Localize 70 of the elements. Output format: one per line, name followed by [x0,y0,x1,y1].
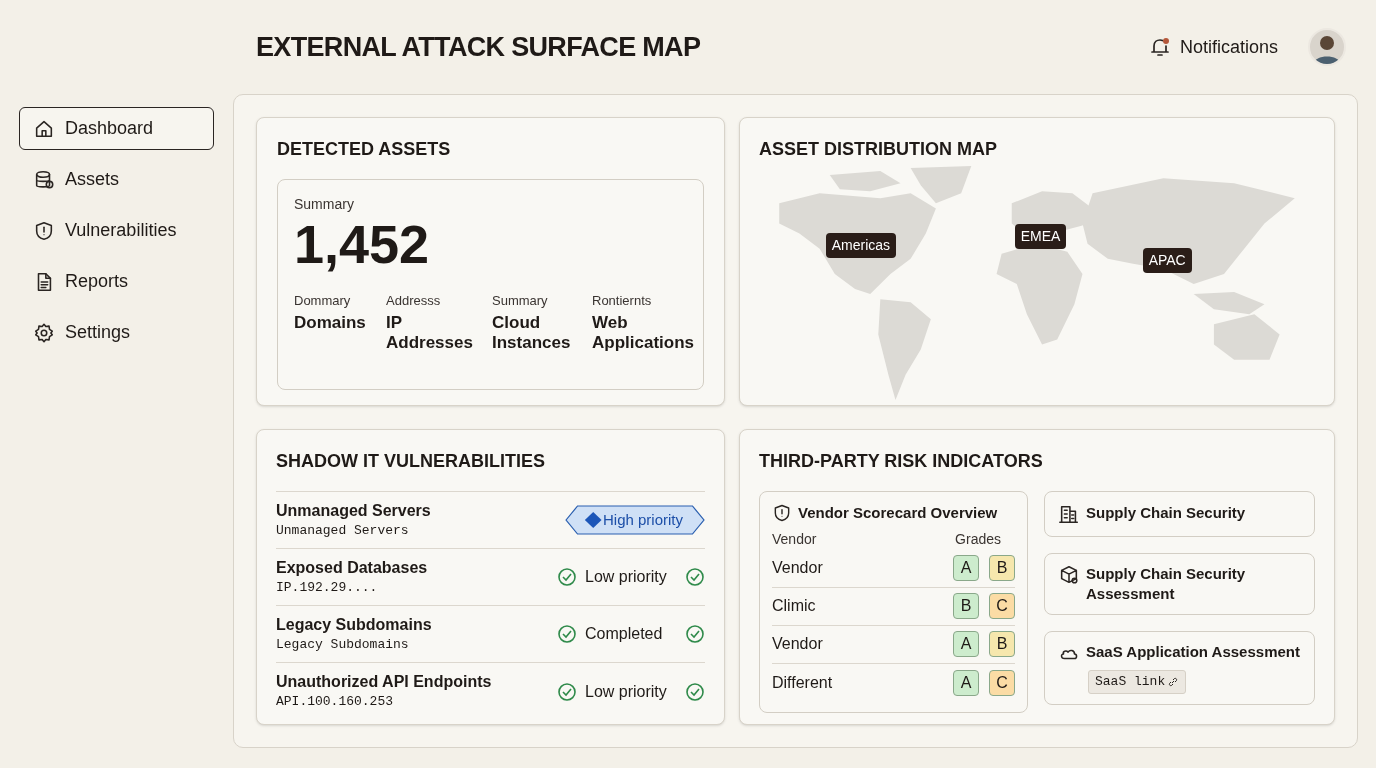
card-title: THIRD-PARTY RISK INDICATORS [759,450,1044,473]
check-circle-icon [557,681,577,702]
vulnerability-detail: Unmanaged Servers [276,521,410,540]
risk-card-title: Supply Chain Security [1086,503,1247,523]
category-caption: Addresss [386,292,442,310]
card-title: SHADOW IT VULNERABILITIES [276,450,546,473]
vulnerability-name: Legacy Subdomains [276,614,432,635]
grade-badge: B [989,631,1015,657]
column-header: Grades [955,529,1001,549]
vulnerability-detail: API.100.160.253 [276,693,395,712]
database-icon [33,168,55,191]
category-name: Domains [294,312,366,333]
card-title: DETECTED ASSETS [277,138,452,161]
vendor-name: Vendor [772,558,823,578]
category-name: Web Applications [592,312,694,353]
sidebar-item[interactable]: Reports [19,260,214,303]
scorecard-title: Vendor Scorecard Overview [798,503,998,523]
risk-card-title: Supply Chain Security Assessment [1086,564,1247,604]
grade-badge: A [953,669,979,696]
settings-icon [33,321,55,344]
box-icon [1058,564,1080,586]
region-label: Americas [825,233,897,259]
check-circle-icon [685,681,705,702]
grade-badge: B [989,555,1015,581]
category-caption: Summary [492,292,549,310]
total-count: 1,452 [294,215,431,273]
sidebar-item[interactable]: Assets [19,158,214,201]
vendor-name: Different [772,672,833,693]
vulnerability-detail: IP.192.29.... [276,578,379,597]
sidebar-item[interactable]: Settings [19,311,214,354]
risk-card[interactable]: Supply Chain Security Assessment [1044,553,1315,615]
grade-badge: C [989,669,1015,696]
shield-icon [772,503,792,524]
vendor-name: Vendor [772,634,823,654]
card-title: ASSET DISTRIBUTION MAP [759,138,998,161]
column-header: Vendor [772,529,817,549]
check-circle-icon [557,624,577,644]
vulnerability-name: Unmanaged Servers [276,500,431,521]
region-label: EMEA [1014,223,1067,249]
grade-badge: A [953,555,979,581]
building-icon [1058,503,1080,525]
saas-link[interactable]: SaaS link [1088,670,1187,694]
page-title: EXTERNAL ATTACK SURFACE MAP [256,30,701,64]
check-circle-icon [557,567,577,587]
category-name: IP Addresses [386,312,473,353]
grade-badge: C [989,593,1015,619]
risk-card[interactable]: SaaS Application Assessment SaaS link [1044,631,1315,705]
sidebar-item[interactable]: Dashboard [19,107,214,150]
check-circle-icon [685,567,705,587]
category-caption: Dommary [294,292,352,310]
grade-badge: A [953,631,979,657]
summary-label: Summary [294,195,355,214]
status-label: Low priority [585,567,668,587]
vulnerability-name: Exposed Databases [276,557,428,578]
status-label: Low priority [585,681,668,702]
check-circle-icon [685,624,705,644]
risk-card-title: SaaS Application Assessment [1086,642,1301,662]
status-label: Completed [585,624,664,644]
grade-badge: B [953,593,979,619]
shield-icon [33,219,55,242]
avatar[interactable] [1308,28,1346,66]
vulnerability-name: Unauthorized API Endpoints [276,672,492,693]
risk-card[interactable]: Supply Chain Security [1044,491,1315,537]
vulnerability-detail: Legacy Subdomains [276,635,410,654]
category-caption: Rontiernts [592,292,653,310]
link-icon [1167,675,1180,688]
vendor-name: Climic [772,596,816,616]
notifications-button[interactable]: Notifications [1147,33,1278,61]
sidebar-item[interactable]: Vulnerabilities [19,209,214,252]
category-name: Cloud Instances [492,312,571,353]
